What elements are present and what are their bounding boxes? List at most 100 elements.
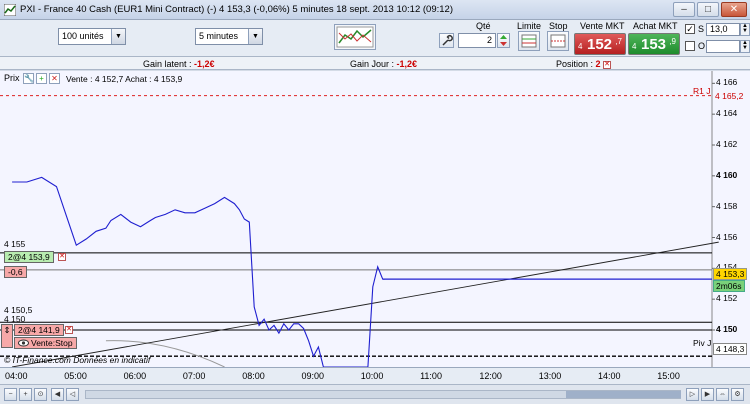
- x-tick-label: 12:00: [479, 371, 502, 381]
- x-tick-label: 05:00: [64, 371, 87, 381]
- s-label: S: [698, 24, 705, 34]
- eye-icon: [18, 339, 29, 347]
- y-tick-label: 4 156: [716, 231, 738, 242]
- app-icon: [4, 4, 16, 16]
- level-4150-label: 4 150: [4, 314, 26, 324]
- x-tick-label: 08:00: [242, 371, 265, 381]
- r1-value: 4 165,2: [713, 91, 746, 101]
- prix-label[interactable]: Prix: [4, 73, 20, 83]
- gains-bar: Gain latent : -1,2€ Gain Jour : -1,2€ Po…: [0, 57, 750, 70]
- x-tick-label: 06:00: [123, 371, 147, 381]
- strategy-chart-icon: [336, 26, 374, 48]
- wrench-icon: [442, 34, 453, 46]
- s-checkbox[interactable]: ✓: [685, 24, 695, 34]
- remove-indicator-icon[interactable]: ✕: [49, 73, 60, 84]
- zoom-reset-icon[interactable]: ⊙: [34, 388, 47, 401]
- o-checkbox[interactable]: [685, 41, 695, 51]
- o-input[interactable]: ▲ ▼: [706, 40, 750, 53]
- y-tick-label: 4 164: [716, 108, 738, 119]
- level-4155-label: 4 155: [4, 239, 26, 249]
- order-drag-handle[interactable]: ⇕: [1, 324, 13, 348]
- x-tick-label: 14:00: [598, 371, 621, 381]
- current-price-tag: 4 153,3: [713, 268, 748, 280]
- scroll-right-icon[interactable]: ▷: [686, 388, 699, 401]
- stop-label: Stop: [549, 21, 568, 31]
- buy-market-button[interactable]: 4 153 ,9: [628, 33, 680, 55]
- scroll-thumb[interactable]: [566, 391, 681, 398]
- x-tick-label: 07:00: [182, 371, 206, 381]
- wrench-icon[interactable]: 🔧: [23, 73, 34, 84]
- s-input[interactable]: 13,0 ▲ ▼: [706, 23, 750, 36]
- copyright-text: © IT-Finance.com Données en indicatif: [4, 355, 151, 365]
- position-tag[interactable]: 2@4 153,9: [4, 251, 54, 263]
- scroll-first-icon[interactable]: ◀: [51, 388, 64, 401]
- order-side-button[interactable]: Vente:Stop: [14, 337, 77, 349]
- day-gain-value: -1,2€: [396, 59, 418, 69]
- x-tick-label: 15:00: [657, 371, 680, 381]
- sell-market-button[interactable]: 4 152 ,7: [574, 33, 626, 55]
- scroll-last-icon[interactable]: ▶: [701, 388, 714, 401]
- cancel-order-icon[interactable]: ✕: [65, 326, 73, 334]
- title-bar: PXI - France 40 Cash (EUR1 Mini Contract…: [0, 0, 750, 20]
- limit-label: Limite: [517, 21, 542, 31]
- strategy-button[interactable]: [334, 24, 376, 50]
- window-title: PXI - France 40 Cash (EUR1 Mini Contract…: [20, 4, 453, 15]
- x-tick-label: 10:00: [360, 371, 384, 381]
- period-select[interactable]: 5 minutes ▼: [195, 28, 263, 45]
- scroll-track[interactable]: [85, 390, 681, 399]
- s-spinner[interactable]: ▲ ▼: [740, 23, 750, 36]
- add-indicator-icon[interactable]: +: [36, 73, 47, 84]
- s-value: 13,0: [710, 24, 728, 34]
- pnl-tag: -0,6: [4, 266, 27, 278]
- settings-icon[interactable]: ⚙: [731, 388, 744, 401]
- maximize-button[interactable]: □: [697, 2, 719, 17]
- x-tick-label: 04:00: [5, 371, 28, 381]
- fit-icon[interactable]: ⇔: [716, 388, 729, 401]
- qty-spinner[interactable]: [497, 33, 510, 48]
- x-tick-label: 13:00: [538, 371, 562, 381]
- latent-gain-value: -1,2€: [194, 59, 215, 69]
- y-tick-label: 4 158: [716, 200, 738, 211]
- position: Position : 2 ✕: [556, 59, 612, 69]
- latent-gain: Gain latent : -1,2€: [143, 59, 215, 69]
- chart-canvas[interactable]: [0, 71, 750, 367]
- zoom-in-icon[interactable]: +: [19, 388, 32, 401]
- chevron-down-icon[interactable]: ▼: [111, 29, 125, 44]
- chart-scrollbar[interactable]: − + ⊙ ◀ ◁ ▷ ▶ ⇔ ⚙: [0, 384, 750, 404]
- o-spinner[interactable]: ▲ ▼: [740, 40, 750, 53]
- x-axis: 04:00 05:00 06:00 07:00 08:00 09:00 10:00 11:00…: [0, 367, 750, 384]
- spin-arrows-icon: [500, 35, 507, 46]
- limit-order-button[interactable]: [518, 31, 540, 51]
- day-gain-label: Gain Jour :: [350, 59, 397, 69]
- trendline: [11, 241, 719, 367]
- buy-price-decimal: ,9: [669, 37, 676, 46]
- scroll-left-icon[interactable]: ◁: [66, 388, 79, 401]
- y-tick-label: 4 166: [716, 77, 738, 88]
- close-position-icon[interactable]: ✕: [603, 60, 612, 69]
- units-select[interactable]: 100 unités ▼: [58, 28, 126, 45]
- zoom-out-icon[interactable]: −: [4, 388, 17, 401]
- price-chart[interactable]: Prix 🔧 + ✕ Vente : 4 152,7 Achat : 4 153…: [0, 71, 750, 367]
- units-value: 100 unités: [62, 31, 104, 41]
- wrench-button[interactable]: [439, 33, 454, 48]
- close-button[interactable]: ✕: [721, 2, 747, 17]
- close-position-tag-icon[interactable]: ✕: [58, 253, 66, 261]
- qty-input[interactable]: 2: [458, 33, 496, 48]
- stop-order-icon: [550, 34, 566, 48]
- x-tick-label: 09:00: [301, 371, 325, 381]
- qty-label: Qté: [476, 21, 491, 31]
- sell-price-prefix: 4: [578, 42, 583, 51]
- minimize-button[interactable]: –: [673, 2, 695, 17]
- order-tag[interactable]: 2@4 141,9: [14, 324, 64, 336]
- limit-order-icon: [521, 34, 537, 48]
- buy-price-main: 153: [641, 36, 667, 53]
- y-tick-label: 4 152: [716, 293, 738, 304]
- y-tick-label: 4 160: [716, 169, 738, 180]
- timer-tag: 2m06s: [713, 280, 745, 292]
- stop-order-button[interactable]: [547, 31, 569, 51]
- x-tick-label: 11:00: [420, 371, 442, 381]
- buy-label: Achat MKT: [633, 21, 678, 31]
- sell-label: Vente MKT: [580, 21, 625, 31]
- period-value: 5 minutes: [199, 31, 239, 41]
- chevron-down-icon[interactable]: ▼: [248, 29, 262, 44]
